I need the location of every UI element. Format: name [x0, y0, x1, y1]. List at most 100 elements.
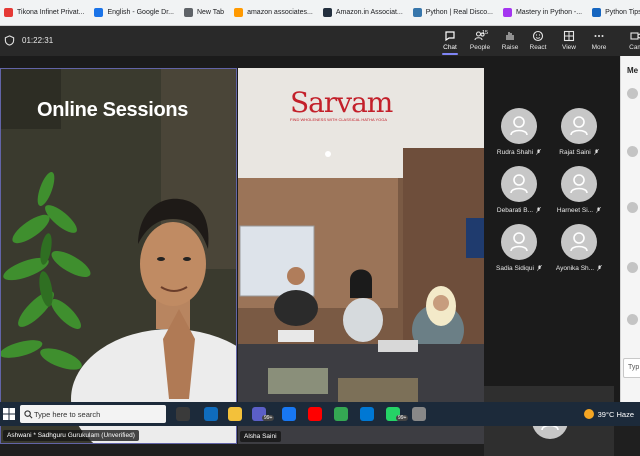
person-icon: [570, 232, 588, 252]
person-icon: [570, 116, 588, 136]
weather-icon: [583, 409, 594, 419]
video-tile-speaker[interactable]: Online Sessions Ashwani * Sadhguru Guruk…: [0, 68, 237, 444]
bookmark-favicon-icon: [502, 8, 512, 17]
chat-avatar: [627, 202, 638, 213]
logo-text: Sarvam: [290, 86, 393, 119]
overlay-title: Online Sessions: [37, 99, 189, 121]
video-tile-room[interactable]: Sarvam FIND WHOLENESS WITH CLASSICAL HAT…: [238, 68, 484, 444]
bookmark-label: Mastery in Python -...: [515, 9, 583, 16]
participant-name: Harneet Si...: [548, 207, 610, 214]
raise-hand-icon: [506, 32, 514, 40]
meeting-toolbar: 01:22:31 Chat People 15 Raise React View More C…: [0, 26, 640, 56]
mic-muted-icon: [536, 149, 542, 156]
toolbar-more-button[interactable]: More: [585, 28, 613, 54]
bookmark-label: Tikona Infinet Privat...: [17, 9, 85, 16]
bookmark-label: Amazon.in Associat...: [335, 9, 403, 16]
toolbar-react-button[interactable]: React: [524, 28, 552, 54]
person-icon: [510, 232, 528, 252]
task-view-icon[interactable]: [176, 407, 190, 421]
person-icon: [510, 116, 528, 136]
toolbar-label: View: [562, 44, 576, 51]
bookmark-item[interactable]: Python Tips: [588, 0, 640, 25]
taskbar-search[interactable]: Type here to search: [20, 405, 166, 423]
participant-tile[interactable]: Sadia Sidiqui: [488, 224, 548, 280]
participant-name: Sadia Sidiqui: [488, 265, 550, 272]
toolbar-label: People: [469, 44, 491, 51]
react-icon: [532, 30, 544, 42]
toolbar-label: Chat: [443, 44, 457, 51]
bookmark-item[interactable]: Mastery in Python -...: [499, 0, 588, 25]
bookmark-favicon-icon: [94, 8, 104, 17]
person-icon: [570, 174, 588, 194]
chat-icon: [445, 31, 455, 42]
chat-avatar: [627, 314, 638, 325]
bookmark-item[interactable]: English - Google Dr...: [90, 0, 180, 25]
chat-avatar: [627, 146, 638, 157]
chat-title: Me: [627, 66, 639, 75]
file-explorer-icon[interactable]: [228, 407, 242, 421]
participant-name-text: Debarati B...: [496, 207, 534, 214]
toolbar-chat-button[interactable]: Chat: [436, 28, 464, 55]
toolbar-label: More: [591, 44, 607, 51]
bookmark-item[interactable]: amazon associates...: [230, 0, 319, 25]
bookmark-label: amazon associates...: [247, 9, 313, 16]
toolbar-raise-button[interactable]: Raise: [496, 28, 524, 54]
meeting-timer: 01:22:31: [22, 36, 54, 45]
weather-text[interactable]: 39°C Haze: [598, 410, 634, 419]
toolbar-label: Cam: [629, 44, 640, 51]
toolbar-view-button[interactable]: View: [555, 28, 583, 54]
windows-taskbar: Type here to search 99+ 99+ 39°C Haze: [0, 402, 640, 426]
edge-icon[interactable]: [204, 407, 218, 421]
people-count-badge: 15: [482, 30, 489, 36]
mic-muted-icon: [597, 265, 603, 272]
app-icon[interactable]: [412, 407, 426, 421]
mic-muted-icon: [536, 207, 542, 214]
participant-tile[interactable]: Debarati B...: [488, 166, 548, 222]
taskbar-badge: 99+: [262, 415, 275, 421]
youtube-icon[interactable]: [308, 407, 322, 421]
search-icon: [24, 410, 33, 419]
bookmark-favicon-icon: [183, 8, 193, 17]
bookmark-favicon-icon: [322, 8, 332, 17]
windows-start-icon[interactable]: [3, 408, 15, 420]
chat-input[interactable]: Typ: [623, 358, 640, 378]
participant-avatar: [501, 166, 537, 202]
taskbar-badge: 99+: [396, 415, 409, 421]
bookmark-favicon-icon: [592, 8, 602, 17]
participant-name: Ayonika Sh...: [548, 265, 610, 272]
chat-panel: Me Typ: [620, 56, 640, 402]
participant-tile[interactable]: Ayonika Sh...: [548, 224, 608, 280]
bookmark-favicon-icon: [412, 8, 422, 17]
bookmark-item[interactable]: Tikona Infinet Privat...: [0, 0, 90, 25]
system-tray: 39°C Haze: [583, 406, 634, 422]
participant-name: Rudra Shahi: [488, 149, 550, 156]
bookmark-favicon-icon: [4, 8, 13, 17]
participant-avatar: [561, 166, 597, 202]
toolbar-cam-button[interactable]: Cam: [622, 28, 640, 54]
video-stage: Online Sessions Ashwani * Sadhguru Guruk…: [0, 56, 640, 456]
more-icon: [594, 35, 604, 37]
shield-icon: [4, 35, 15, 46]
toolbar-people-button[interactable]: People 15: [466, 28, 494, 54]
chat-avatar: [627, 88, 638, 99]
participant-tile[interactable]: Harneet Si...: [548, 166, 608, 222]
bookmark-label: Python Tips: [605, 9, 640, 16]
bookmark-item[interactable]: New Tab: [180, 0, 230, 25]
participant-tile[interactable]: Rudra Shahi: [488, 108, 548, 164]
participant-avatar: [501, 224, 537, 260]
participant-name: Rajat Saini: [548, 149, 610, 156]
bookmark-item[interactable]: Amazon.in Associat...: [319, 0, 409, 25]
facebook-icon[interactable]: [282, 407, 296, 421]
bookmark-label: Python | Real Disco...: [425, 9, 493, 16]
mic-muted-icon: [536, 265, 542, 272]
participant-avatar: [561, 224, 597, 260]
bookmark-item[interactable]: Python | Real Disco...: [409, 0, 499, 25]
search-placeholder: Type here to search: [34, 409, 101, 419]
chat-avatar: [627, 262, 638, 273]
store-icon[interactable]: [360, 407, 374, 421]
participant-avatar: [561, 108, 597, 144]
participant-tile[interactable]: Rajat Saini: [548, 108, 608, 164]
participant-name-text: Rajat Saini: [559, 149, 591, 156]
chrome-icon[interactable]: [334, 407, 348, 421]
participant-name: Debarati B...: [488, 207, 550, 214]
